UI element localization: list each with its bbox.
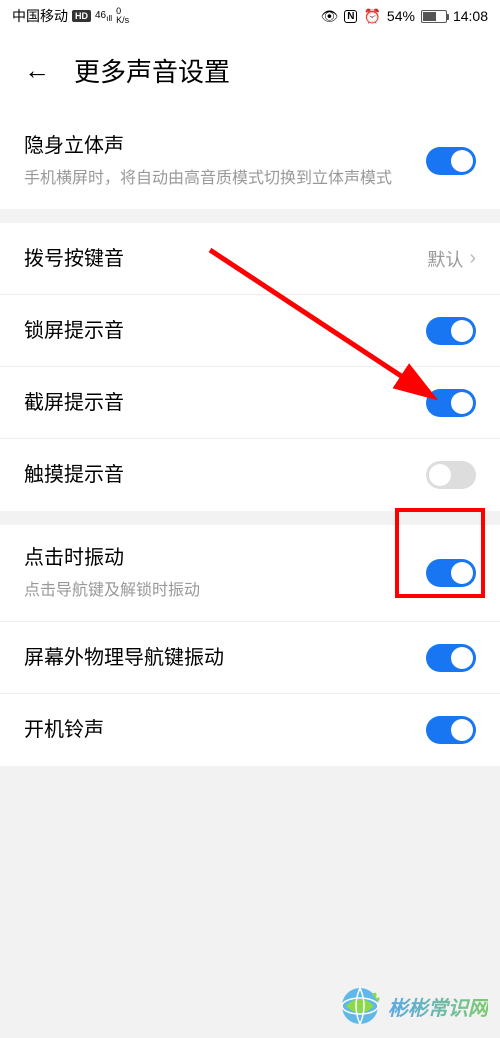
carrier-label: 中国移动	[12, 6, 68, 26]
page-header: ← 更多声音设置	[0, 32, 500, 113]
tap-vibrate-title: 点击时振动	[24, 543, 426, 573]
touch-sound-title: 触摸提示音	[24, 460, 426, 490]
lock-sound-title: 锁屏提示音	[24, 316, 426, 346]
tap-vibrate-toggle[interactable]	[426, 559, 476, 587]
watermark: 彬彬常识网	[338, 984, 488, 1028]
screenshot-sound-toggle[interactable]	[426, 389, 476, 417]
chevron-right-icon: ›	[469, 247, 476, 270]
boot-sound-title: 开机铃声	[24, 715, 426, 745]
tap-vibrate-subtitle: 点击导航键及解锁时振动	[24, 579, 426, 603]
row-tap-vibrate[interactable]: 点击时振动 点击导航键及解锁时振动	[0, 525, 500, 622]
row-screenshot-sound[interactable]: 截屏提示音	[0, 367, 500, 439]
dial-tone-title: 拨号按键音	[24, 244, 427, 274]
screenshot-sound-title: 截屏提示音	[24, 388, 426, 418]
signal-label: 46ıll	[95, 10, 112, 23]
page-title: 更多声音设置	[74, 52, 230, 89]
boot-sound-toggle[interactable]	[426, 716, 476, 744]
stereo-toggle[interactable]	[426, 147, 476, 175]
back-icon[interactable]: ←	[24, 55, 50, 86]
battery-percent: 54%	[387, 8, 415, 24]
touch-sound-toggle[interactable]	[426, 461, 476, 489]
row-lock-sound[interactable]: 锁屏提示音	[0, 295, 500, 367]
eye-icon: 👁	[320, 8, 338, 25]
status-bar: 中国移动 HD 46ıll 0K/s 👁 N ⏰ 54% 14:08	[0, 0, 500, 32]
hd-badge: HD	[72, 10, 91, 22]
alarm-icon: ⏰	[363, 8, 380, 25]
section-vibrate: 点击时振动 点击导航键及解锁时振动 屏幕外物理导航键振动 开机铃声	[0, 525, 500, 766]
stereo-subtitle: 手机横屏时，将自动由高音质模式切换到立体声模式	[24, 167, 426, 191]
watermark-text: 彬彬常识网	[388, 992, 488, 1021]
nfc-icon: N	[344, 10, 357, 23]
nav-key-vibrate-title: 屏幕外物理导航键振动	[24, 643, 426, 673]
row-touch-sound[interactable]: 触摸提示音	[0, 439, 500, 511]
lock-sound-toggle[interactable]	[426, 317, 476, 345]
dial-tone-value: 默认	[427, 246, 463, 272]
battery-icon	[421, 10, 447, 23]
section-sounds: 拨号按键音 默认 › 锁屏提示音 截屏提示音 触摸提示音	[0, 223, 500, 511]
row-dial-tone[interactable]: 拨号按键音 默认 ›	[0, 223, 500, 295]
row-boot-sound[interactable]: 开机铃声	[0, 694, 500, 766]
speed-label: 0K/s	[116, 7, 129, 25]
stereo-title: 隐身立体声	[24, 131, 426, 161]
watermark-globe-icon	[338, 984, 382, 1028]
row-nav-key-vibrate[interactable]: 屏幕外物理导航键振动	[0, 622, 500, 694]
row-stereo[interactable]: 隐身立体声 手机横屏时，将自动由高音质模式切换到立体声模式	[0, 113, 500, 209]
nav-key-vibrate-toggle[interactable]	[426, 644, 476, 672]
time-label: 14:08	[453, 8, 488, 24]
section-stereo: 隐身立体声 手机横屏时，将自动由高音质模式切换到立体声模式	[0, 113, 500, 209]
